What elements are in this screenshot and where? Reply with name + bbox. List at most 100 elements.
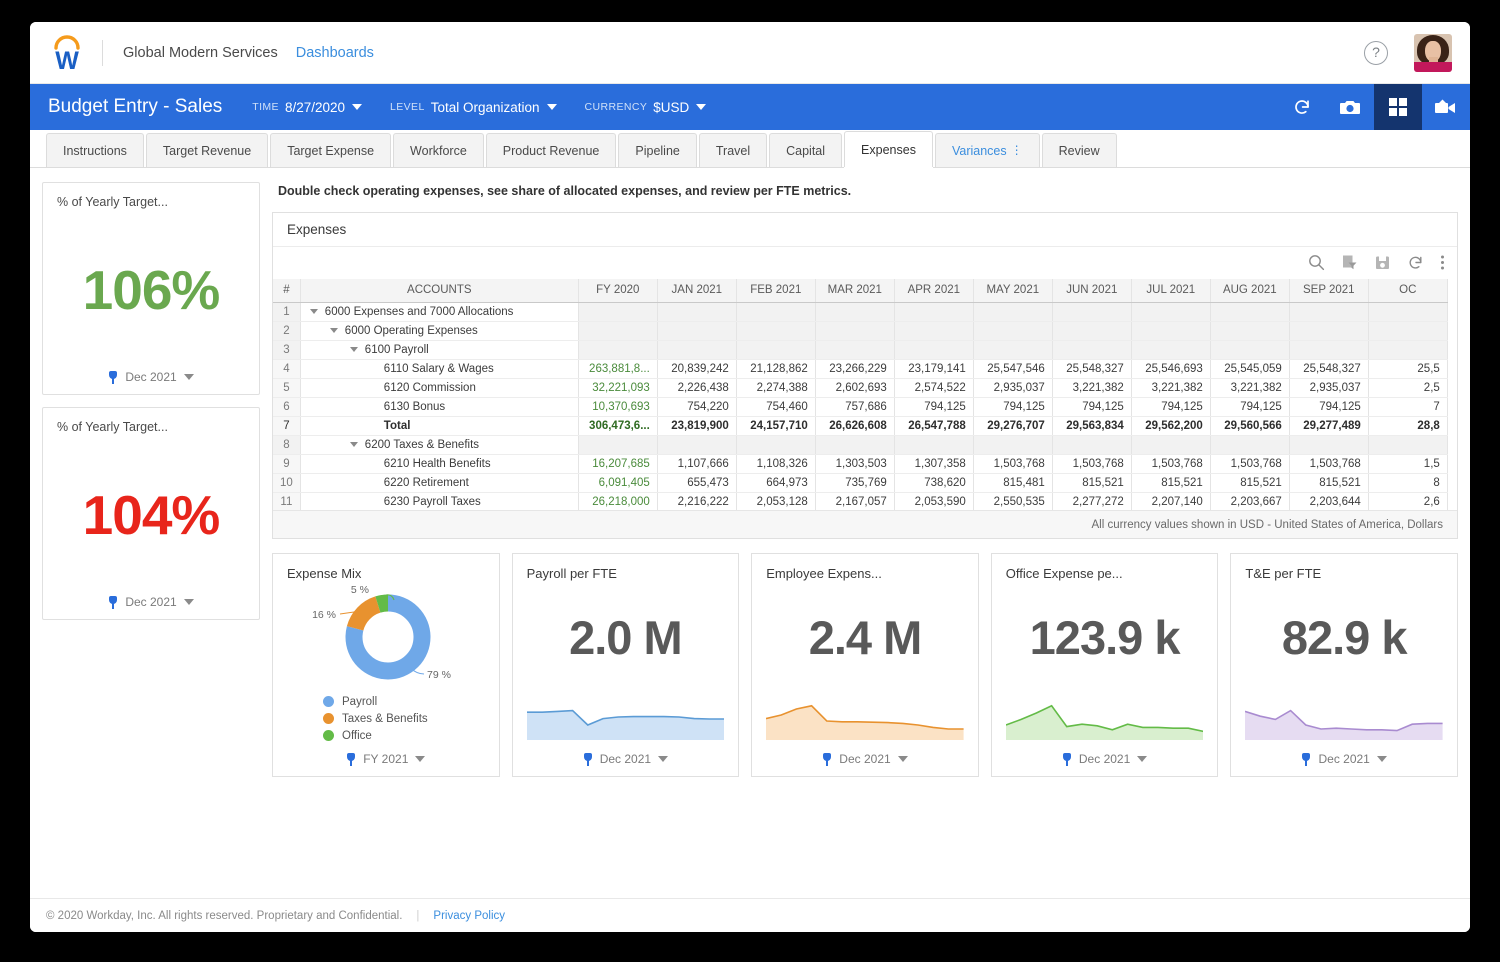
- value-cell[interactable]: [973, 303, 1052, 322]
- save-icon[interactable]: [1374, 254, 1391, 271]
- tab-pipeline[interactable]: Pipeline: [618, 133, 696, 167]
- value-cell[interactable]: 23,819,900: [657, 417, 736, 436]
- value-cell[interactable]: [1368, 322, 1447, 341]
- value-cell[interactable]: [973, 436, 1052, 455]
- value-cell[interactable]: 2,167,057: [815, 493, 894, 511]
- col-mar2021[interactable]: MAR 2021: [815, 279, 894, 303]
- value-cell[interactable]: 20,839,242: [657, 360, 736, 379]
- table-row[interactable]: 86200 Taxes & Benefits: [273, 436, 1447, 455]
- value-cell[interactable]: 655,473: [657, 474, 736, 493]
- col-rownum[interactable]: #: [273, 279, 300, 303]
- workday-logo-icon[interactable]: W: [46, 32, 88, 74]
- expand-collapse-icon[interactable]: [330, 328, 338, 333]
- col-fy2020[interactable]: FY 2020: [578, 279, 657, 303]
- breadcrumb-dashboards[interactable]: Dashboards: [296, 45, 374, 61]
- value-cell[interactable]: [1131, 341, 1210, 360]
- value-cell[interactable]: 815,521: [1289, 474, 1368, 493]
- value-cell[interactable]: 7: [1368, 398, 1447, 417]
- value-cell[interactable]: 2,550,535: [973, 493, 1052, 511]
- value-cell[interactable]: [894, 303, 973, 322]
- value-cell[interactable]: 24,157,710: [736, 417, 815, 436]
- value-cell[interactable]: 815,481: [973, 474, 1052, 493]
- value-cell[interactable]: [657, 322, 736, 341]
- col-apr2021[interactable]: APR 2021: [894, 279, 973, 303]
- value-cell[interactable]: 794,125: [1210, 398, 1289, 417]
- privacy-policy-link[interactable]: Privacy Policy: [433, 910, 505, 922]
- col-jul2021[interactable]: JUL 2021: [1131, 279, 1210, 303]
- value-cell[interactable]: [1289, 436, 1368, 455]
- account-cell[interactable]: 6110 Salary & Wages: [300, 360, 578, 379]
- value-cell[interactable]: 3,221,382: [1052, 379, 1131, 398]
- value-cell[interactable]: 738,620: [894, 474, 973, 493]
- value-cell[interactable]: 25,5: [1368, 360, 1447, 379]
- account-cell[interactable]: 6210 Health Benefits: [300, 455, 578, 474]
- refresh-icon[interactable]: [1407, 254, 1424, 271]
- value-cell[interactable]: 3,221,382: [1210, 379, 1289, 398]
- value-cell[interactable]: [1052, 303, 1131, 322]
- value-cell[interactable]: 794,125: [894, 398, 973, 417]
- col-oct2021[interactable]: OC: [1368, 279, 1447, 303]
- value-cell[interactable]: 2,935,037: [973, 379, 1052, 398]
- col-may2021[interactable]: MAY 2021: [973, 279, 1052, 303]
- table-row[interactable]: 56120 Commission32,221,0932,226,4382,274…: [273, 379, 1447, 398]
- account-cell[interactable]: 6000 Expenses and 7000 Allocations: [300, 303, 578, 322]
- table-row[interactable]: 36100 Payroll: [273, 341, 1447, 360]
- value-cell[interactable]: 6,091,405: [578, 474, 657, 493]
- value-cell[interactable]: 28,8: [1368, 417, 1447, 436]
- account-cell[interactable]: 6200 Taxes & Benefits: [300, 436, 578, 455]
- value-cell[interactable]: [657, 341, 736, 360]
- account-cell[interactable]: 6100 Payroll: [300, 341, 578, 360]
- value-cell[interactable]: 2,602,693: [815, 379, 894, 398]
- value-cell[interactable]: [894, 436, 973, 455]
- value-cell[interactable]: 21,128,862: [736, 360, 815, 379]
- account-cell[interactable]: 6230 Payroll Taxes: [300, 493, 578, 511]
- value-cell[interactable]: 2,5: [1368, 379, 1447, 398]
- value-cell[interactable]: 2,207,140: [1131, 493, 1210, 511]
- col-jan2021[interactable]: JAN 2021: [657, 279, 736, 303]
- value-cell[interactable]: 1,503,768: [1131, 455, 1210, 474]
- value-cell[interactable]: 23,266,229: [815, 360, 894, 379]
- value-cell[interactable]: 25,546,693: [1131, 360, 1210, 379]
- value-cell[interactable]: 754,460: [736, 398, 815, 417]
- camera-icon[interactable]: [1326, 84, 1374, 130]
- tab-target-expense[interactable]: Target Expense: [270, 133, 391, 167]
- tab-product-revenue[interactable]: Product Revenue: [486, 133, 617, 167]
- table-row[interactable]: 66130 Bonus10,370,693754,220754,460757,6…: [273, 398, 1447, 417]
- value-cell[interactable]: 757,686: [815, 398, 894, 417]
- value-cell[interactable]: 25,548,327: [1289, 360, 1368, 379]
- value-cell[interactable]: [973, 341, 1052, 360]
- table-row[interactable]: 46110 Salary & Wages263,881,8...20,839,2…: [273, 360, 1447, 379]
- tab-variances[interactable]: Variances ⋮: [935, 133, 1040, 167]
- value-cell[interactable]: [1210, 322, 1289, 341]
- value-cell[interactable]: [1289, 341, 1368, 360]
- value-cell[interactable]: 735,769: [815, 474, 894, 493]
- value-cell[interactable]: 1,307,358: [894, 455, 973, 474]
- col-jun2021[interactable]: JUN 2021: [1052, 279, 1131, 303]
- col-accounts[interactable]: ACCOUNTS: [300, 279, 578, 303]
- expand-collapse-icon[interactable]: [350, 442, 358, 447]
- value-cell[interactable]: 25,548,327: [1052, 360, 1131, 379]
- tab-instructions[interactable]: Instructions: [46, 133, 144, 167]
- value-cell[interactable]: 32,221,093: [578, 379, 657, 398]
- kpi-card-yearly-target-2[interactable]: % of Yearly Target... 104% Dec 2021: [42, 407, 260, 620]
- account-cell[interactable]: 6130 Bonus: [300, 398, 578, 417]
- avatar[interactable]: [1414, 34, 1452, 72]
- value-cell[interactable]: [1289, 303, 1368, 322]
- table-row[interactable]: 116230 Payroll Taxes26,218,0002,216,2222…: [273, 493, 1447, 511]
- value-cell[interactable]: 2,053,590: [894, 493, 973, 511]
- account-cell[interactable]: Total: [300, 417, 578, 436]
- value-cell[interactable]: [736, 341, 815, 360]
- value-cell[interactable]: 26,626,608: [815, 417, 894, 436]
- value-cell[interactable]: 1,5: [1368, 455, 1447, 474]
- value-cell[interactable]: [1131, 322, 1210, 341]
- value-cell[interactable]: 815,521: [1210, 474, 1289, 493]
- metric-card-office-expense[interactable]: Office Expense pe... 123.9 k Dec 2021: [991, 553, 1219, 777]
- refresh-icon[interactable]: [1278, 84, 1326, 130]
- prompt-time[interactable]: TIME 8/27/2020: [252, 100, 362, 115]
- value-cell[interactable]: 664,973: [736, 474, 815, 493]
- value-cell[interactable]: [815, 303, 894, 322]
- value-cell[interactable]: [894, 341, 973, 360]
- search-icon[interactable]: [1308, 254, 1325, 271]
- value-cell[interactable]: [578, 436, 657, 455]
- value-cell[interactable]: 2,6: [1368, 493, 1447, 511]
